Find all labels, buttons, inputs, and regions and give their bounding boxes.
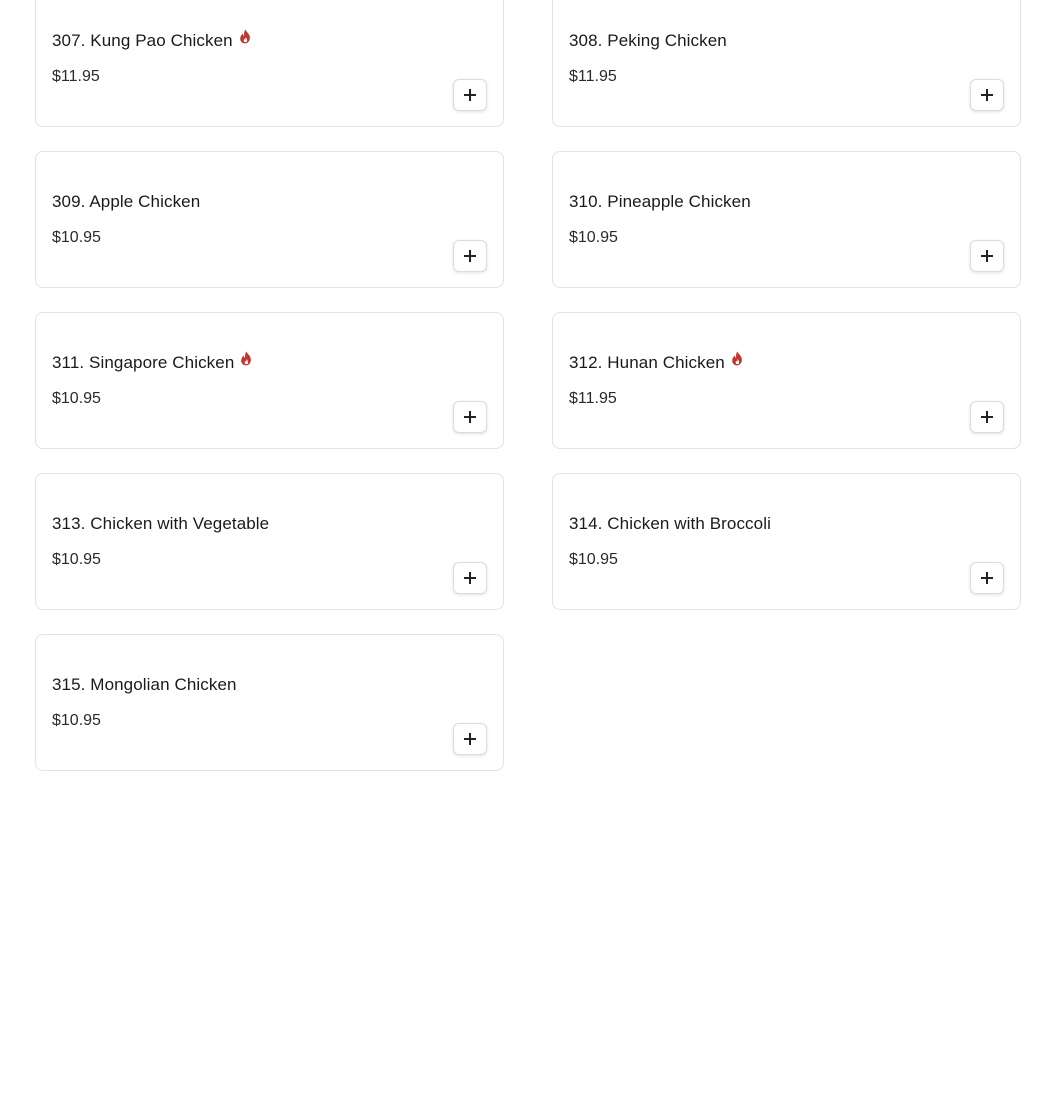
menu-item-card[interactable]: 313. Chicken with Vegetable $10.95 xyxy=(35,473,504,610)
menu-item-card[interactable]: 307. Kung Pao Chicken $11.95 xyxy=(35,0,504,127)
menu-item-name: 309. Apple Chicken xyxy=(52,192,201,211)
add-to-cart-button[interactable] xyxy=(453,562,487,594)
menu-item-name-row: 315. Mongolian Chicken xyxy=(52,675,237,695)
add-to-cart-button[interactable] xyxy=(453,401,487,433)
menu-item-price: $10.95 xyxy=(52,390,101,407)
menu-item-name: 310. Pineapple Chicken xyxy=(569,192,751,211)
menu-item-card[interactable]: 315. Mongolian Chicken $10.95 xyxy=(35,634,504,771)
menu-item-price: $11.95 xyxy=(52,68,100,85)
spicy-slot xyxy=(233,29,252,51)
spicy-slot xyxy=(234,351,253,373)
menu-item-name: 315. Mongolian Chicken xyxy=(52,675,237,694)
menu-item-name: 307. Kung Pao Chicken xyxy=(52,31,233,50)
add-to-cart-button[interactable] xyxy=(970,562,1004,594)
menu-item-name-row: 312. Hunan Chicken xyxy=(569,351,744,373)
add-to-cart-button[interactable] xyxy=(453,79,487,111)
menu-item-name: 314. Chicken with Broccoli xyxy=(569,514,771,533)
menu-item-name-row: 310. Pineapple Chicken xyxy=(569,192,751,212)
spicy-icon xyxy=(732,351,742,366)
plus-icon xyxy=(464,250,476,262)
add-to-cart-button[interactable] xyxy=(970,79,1004,111)
menu-item-name-row: 307. Kung Pao Chicken xyxy=(52,29,252,51)
menu-item-card[interactable]: 311. Singapore Chicken $10.95 xyxy=(35,312,504,449)
menu-item-price: $10.95 xyxy=(52,712,101,729)
menu-item-name-row: 308. Peking Chicken xyxy=(569,31,727,51)
menu-item-card[interactable]: 312. Hunan Chicken $11.95 xyxy=(552,312,1021,449)
plus-icon xyxy=(981,411,993,423)
menu-item-price: $11.95 xyxy=(569,390,617,407)
plus-icon xyxy=(464,411,476,423)
plus-icon xyxy=(981,89,993,101)
plus-icon xyxy=(981,250,993,262)
menu-item-name-row: 311. Singapore Chicken xyxy=(52,351,253,373)
spicy-icon xyxy=(241,351,252,366)
menu-item-price: $10.95 xyxy=(569,229,618,246)
plus-icon xyxy=(464,733,476,745)
menu-item-name-row: 309. Apple Chicken xyxy=(52,192,200,212)
menu-item-card[interactable]: 314. Chicken with Broccoli $10.95 xyxy=(552,473,1021,610)
spicy-slot xyxy=(725,351,744,373)
menu-item-card[interactable]: 308. Peking Chicken $11.95 xyxy=(552,0,1021,127)
menu-item-card[interactable]: 310. Pineapple Chicken $10.95 xyxy=(552,151,1021,288)
menu-item-name: 312. Hunan Chicken xyxy=(569,353,725,372)
spicy-icon xyxy=(239,29,250,44)
add-to-cart-button[interactable] xyxy=(970,240,1004,272)
menu-item-name-row: 313. Chicken with Vegetable xyxy=(52,514,269,534)
plus-icon xyxy=(981,572,993,584)
menu-item-price: $11.95 xyxy=(569,68,617,85)
menu-item-price: $10.95 xyxy=(52,229,101,246)
add-to-cart-button[interactable] xyxy=(453,723,487,755)
add-to-cart-button[interactable] xyxy=(970,401,1004,433)
plus-icon xyxy=(464,89,476,101)
menu-item-card[interactable]: 309. Apple Chicken $10.95 xyxy=(35,151,504,288)
menu-item-name: 308. Peking Chicken xyxy=(569,31,727,50)
menu-item-name: 311. Singapore Chicken xyxy=(52,353,235,372)
menu-item-price: $10.95 xyxy=(569,551,618,568)
menu-item-grid: 307. Kung Pao Chicken $11.95 308. Peking… xyxy=(35,0,1021,771)
menu-item-price: $10.95 xyxy=(52,551,101,568)
plus-icon xyxy=(464,572,476,584)
menu-item-name: 313. Chicken with Vegetable xyxy=(52,514,270,533)
add-to-cart-button[interactable] xyxy=(453,240,487,272)
menu-item-name-row: 314. Chicken with Broccoli xyxy=(569,514,771,534)
